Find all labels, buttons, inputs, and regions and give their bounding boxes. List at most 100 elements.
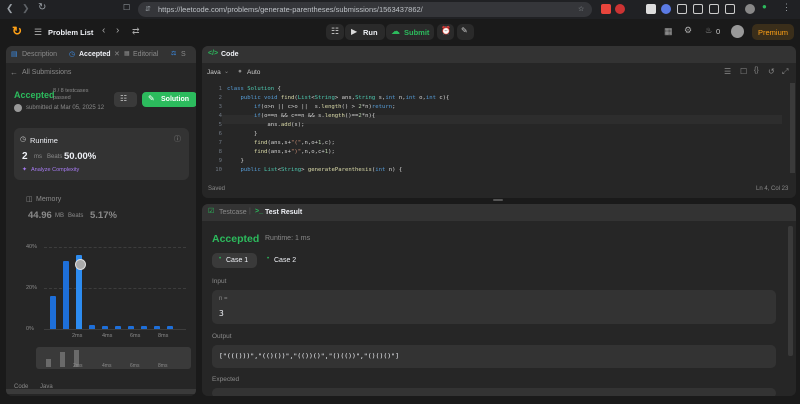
info-icon[interactable]: ⓘ [174,134,181,144]
settings-icon[interactable]: ⚙ [684,25,692,36]
range-slider[interactable]: 2ms 4ms 6ms 8ms [36,347,191,369]
chart-bar-6ms[interactable] [128,325,134,329]
bookmark-icon[interactable]: ☐ [123,3,130,12]
tab-accepted[interactable]: Accepted [79,51,111,58]
prev-problem-icon[interactable]: ‹ [102,25,105,36]
shuffle-icon[interactable]: ⇄ [132,26,140,37]
chip-icon: ◫ [26,196,33,203]
format-icon[interactable]: ☰ [724,67,731,76]
tab-testcase[interactable]: Testcase [219,209,247,216]
extension-icon[interactable] [677,4,687,14]
note-icon: ✎ [461,26,468,35]
address-bar[interactable]: ⇵ https://leetcode.com/problems/generate… [138,2,592,17]
auto-mode-toggle[interactable]: Auto [247,69,260,76]
solution-button[interactable]: ✎ Solution [142,92,196,107]
extension-icon[interactable] [725,4,735,14]
runtime-distribution-chart[interactable]: 40% 20% 0% 2ms 4ms 6ms 8ms [6,238,196,339]
horizontal-scrollbar[interactable] [6,389,196,394]
star-icon[interactable]: ☆ [578,5,584,13]
x-tick-label: 4ms [102,333,113,339]
line-number: 3 [218,104,222,110]
pass-dot-icon: • [219,256,222,262]
tab-test-result[interactable]: Test Result [265,209,302,216]
case-1-tab[interactable]: • Case 1 [212,253,257,268]
flask-icon: ⚖ [171,51,177,57]
menu-kebab-icon[interactable]: ⋮ [782,2,791,13]
extension-icon[interactable] [661,4,671,14]
submit-button[interactable]: ☁ Submit [386,24,434,40]
language-select[interactable]: Java [207,69,221,76]
lock-icon: ● [238,68,242,75]
runtime-card[interactable]: ◷ Runtime ⓘ 2 ms Beats 50.00% ✦ Analyze … [14,128,189,180]
tab-solutions[interactable]: S [181,51,186,58]
chart-bar-4ms[interactable] [102,325,108,329]
tab-description[interactable]: Description [22,51,57,58]
input-box[interactable]: n = 3 [212,290,776,324]
chart-bar-3ms[interactable] [89,324,95,329]
x-tick-label: 8ms [158,333,169,339]
chart-bar-0ms[interactable] [50,296,56,329]
all-submissions-link[interactable]: All Submissions [22,69,71,76]
runtime-label: Runtime [30,136,58,145]
pass-dot-icon: • [267,256,270,262]
memory-unit: MB [55,213,64,219]
expected-box[interactable] [212,388,776,396]
timer-button[interactable]: ⏰ [437,24,454,40]
result-scrollbar[interactable] [788,226,793,356]
problem-list-link[interactable]: Problem List [48,28,93,37]
braces-icon[interactable]: {} [754,67,759,74]
tab-editorial[interactable]: Editorial [133,51,158,58]
profile-avatar[interactable] [745,4,755,14]
panel-resize-handle[interactable] [493,199,503,201]
list-icon[interactable]: ☰ [34,27,42,38]
line-number: 7 [218,140,222,146]
forward-icon[interactable]: ❯ [22,3,30,14]
extension-icon[interactable] [709,4,719,14]
reload-icon[interactable]: ↻ [38,2,46,13]
notes-button[interactable]: ✎ [457,24,474,40]
layout-icon[interactable]: ▦ [664,26,673,37]
chart-bar-1ms[interactable] [63,261,69,329]
play-icon: ▶ [351,27,358,36]
analyze-complexity-link[interactable]: Analyze Complexity [31,167,79,173]
user-avatar[interactable] [731,25,744,38]
editor-scrollbar[interactable] [790,83,795,173]
notebook-button[interactable]: ☷ [114,92,137,107]
streak-count: 0 [716,27,721,36]
back-icon[interactable]: ❮ [6,3,14,14]
runtime-beats-label: Beats [47,154,63,160]
y-tick-label: 0% [26,326,34,332]
bookmark-icon[interactable]: ☐ [740,67,747,76]
case-2-tab[interactable]: • Case 2 [260,253,305,268]
chart-bar-7ms[interactable] [141,325,147,329]
chart-bar-5ms[interactable] [115,325,121,329]
run-button[interactable]: ▶ Run [345,24,385,40]
extension-icon[interactable] [615,4,625,14]
debug-button[interactable]: ☷ [326,24,344,40]
bug-icon: ☷ [331,26,340,36]
chart-bar-9ms[interactable] [167,325,173,329]
checkbox-icon: ☑ [208,208,215,215]
reset-icon[interactable]: ↺ [768,67,775,76]
close-tab-icon[interactable]: ✕ [114,50,120,58]
extension-icon[interactable] [693,4,703,14]
clock-icon: ◷ [20,136,27,143]
extension-icon[interactable] [646,4,656,14]
runtime-unit: ms [34,154,42,160]
output-box[interactable]: ["((()))","(()())","(())()","()(())","()… [212,345,776,368]
chart-bar-8ms[interactable] [154,325,160,329]
site-info-icon[interactable]: ⇵ [145,5,151,13]
your-submission-avatar[interactable] [75,259,86,270]
test-result-panel: ☑ Testcase | >_ Test Result Accepted Run… [202,204,796,396]
terminal-icon: >_ [255,208,263,215]
alarm-icon: ⏰ [441,26,451,35]
back-arrow-icon[interactable]: ← [10,68,18,77]
leetcode-logo-icon[interactable]: ↻ [12,24,22,38]
fullscreen-icon[interactable]: ⤢ [782,67,788,77]
extension-icon[interactable] [601,4,611,14]
grid-line [44,247,186,248]
premium-button[interactable]: Premium [752,24,794,40]
case-2-label: Case 2 [274,257,297,264]
next-problem-icon[interactable]: › [116,25,119,36]
code-editor[interactable]: 1 2 3 4 5 6 7 8 9 10 class Solution { public void… [202,83,796,179]
